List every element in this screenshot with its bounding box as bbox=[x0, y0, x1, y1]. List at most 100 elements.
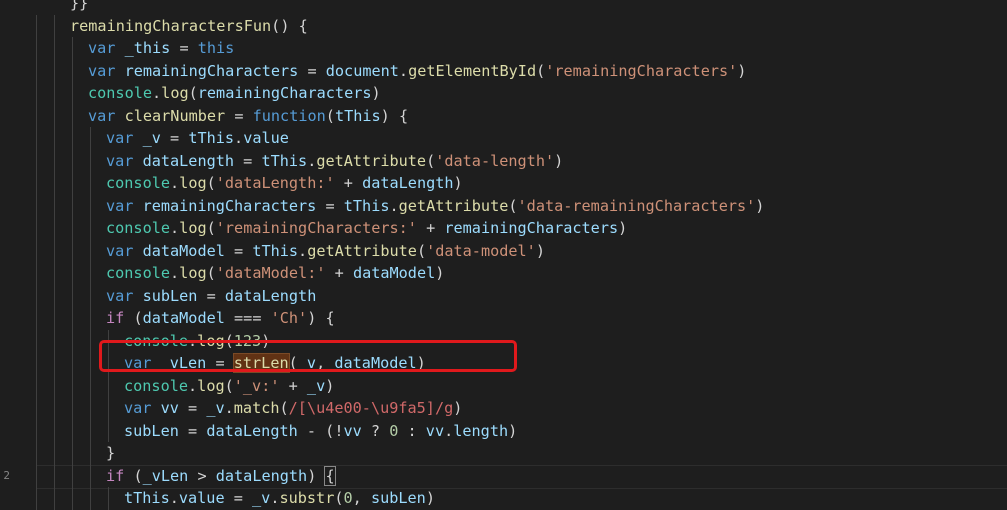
code-token: . bbox=[398, 61, 409, 80]
code-token: ) bbox=[554, 151, 564, 170]
code-token: ) bbox=[535, 241, 545, 260]
line-number bbox=[0, 195, 10, 218]
code-token: ( bbox=[206, 174, 216, 192]
code-line[interactable]: var vv = _v.match(/[\u4e00-\u9fa5]/g) bbox=[124, 397, 462, 420]
code-token: getAttribute bbox=[316, 151, 427, 170]
code-token: _v bbox=[252, 489, 271, 507]
code-token: dataModel bbox=[142, 309, 225, 327]
indent-guide bbox=[72, 194, 73, 217]
code-token: log bbox=[161, 84, 189, 102]
code-token: = bbox=[197, 286, 225, 305]
code-token: log bbox=[179, 174, 207, 192]
code-token: + bbox=[325, 264, 353, 282]
code-line[interactable]: var remainingCharacters = tThis.getAttri… bbox=[106, 195, 764, 218]
code-token: . bbox=[170, 174, 180, 192]
code-token: ) bbox=[371, 84, 381, 102]
code-editor[interactable]: 2 }} remainingCharactersFun() {var _this … bbox=[0, 0, 1007, 510]
indent-guide bbox=[36, 487, 37, 510]
indent-guide bbox=[54, 487, 55, 510]
code-token: . bbox=[307, 151, 317, 170]
code-token: console bbox=[106, 219, 171, 237]
code-token: } bbox=[106, 444, 116, 462]
indent-guide bbox=[54, 172, 55, 195]
code-token: value bbox=[243, 129, 289, 147]
line-number bbox=[0, 0, 10, 15]
code-line[interactable]: if (_vLen > dataLength) { bbox=[106, 465, 336, 488]
code-token: ) bbox=[453, 399, 463, 417]
indent-guide bbox=[72, 397, 73, 420]
code-line[interactable]: var dataLength = tThis.getAttribute('dat… bbox=[106, 150, 563, 173]
indent-guide bbox=[72, 329, 73, 352]
code-token: remainingCharacters bbox=[142, 196, 317, 215]
code-token: = bbox=[170, 39, 198, 57]
code-line[interactable]: console.log(remainingCharacters) bbox=[88, 82, 381, 105]
code-token: if bbox=[106, 309, 125, 327]
code-line[interactable]: console.log('dataLength:' + dataLength) bbox=[106, 172, 463, 195]
code-line[interactable]: console.log('_v:' + _v) bbox=[124, 375, 334, 398]
indent-guide bbox=[54, 419, 55, 442]
code-line[interactable]: tThis.value = _v.substr(0, subLen) bbox=[124, 487, 435, 510]
line-number bbox=[0, 172, 10, 195]
line-number bbox=[0, 15, 10, 38]
code-line[interactable]: console.log('remainingCharacters:' + rem… bbox=[106, 217, 627, 240]
line-number-gutter: 2 bbox=[0, 0, 14, 510]
line-number bbox=[0, 217, 10, 240]
code-token: _v bbox=[206, 399, 225, 417]
code-token: _v bbox=[306, 376, 326, 395]
code-token: vv bbox=[160, 399, 179, 417]
indent-guide bbox=[90, 397, 91, 420]
code-token: dataModel bbox=[142, 241, 225, 260]
indent-guide bbox=[36, 37, 37, 60]
code-token: ? bbox=[361, 421, 390, 440]
code-token: getAttribute bbox=[398, 196, 509, 215]
code-line[interactable]: } bbox=[106, 442, 115, 465]
code-token: var bbox=[88, 106, 116, 125]
code-token: 0 bbox=[389, 421, 399, 440]
code-line[interactable]: if (dataModel === 'Ch') { bbox=[106, 307, 335, 330]
indent-guide bbox=[54, 464, 55, 487]
code-token: ) bbox=[325, 376, 335, 395]
code-token: ) bbox=[453, 174, 463, 192]
code-token: dataLength bbox=[142, 151, 235, 170]
code-line[interactable]: var remainingCharacters = document.getEl… bbox=[88, 60, 746, 83]
line-number bbox=[0, 397, 10, 420]
code-line[interactable]: }} bbox=[70, 0, 88, 15]
indent-guide bbox=[36, 352, 37, 375]
indent-guide bbox=[54, 239, 55, 262]
code-token: > bbox=[188, 466, 216, 485]
code-line[interactable]: var dataModel = tThis.getAttribute('data… bbox=[106, 240, 545, 263]
code-token: + bbox=[416, 219, 445, 237]
code-token: ) bbox=[755, 196, 765, 215]
code-line[interactable]: var _this = this bbox=[88, 37, 234, 60]
code-line[interactable]: remainingCharactersFun() { bbox=[70, 15, 308, 38]
code-token: var bbox=[106, 241, 134, 260]
indent-guide bbox=[72, 307, 73, 330]
code-line[interactable]: var subLen = dataLength bbox=[106, 285, 316, 308]
code-token: ( bbox=[188, 84, 198, 102]
code-token: log bbox=[179, 264, 207, 282]
code-token: . bbox=[170, 219, 180, 237]
line-number bbox=[0, 487, 10, 510]
code-token: . bbox=[188, 376, 198, 395]
code-token: tThis bbox=[334, 106, 381, 125]
code-line[interactable]: var clearNumber = function(tThis) { bbox=[88, 105, 408, 128]
red-highlight-box bbox=[99, 340, 517, 372]
line-number bbox=[0, 330, 10, 353]
line-number bbox=[0, 37, 10, 60]
code-line[interactable]: var _v = tThis.value bbox=[106, 127, 289, 150]
code-token: remainingCharacters bbox=[444, 219, 619, 237]
code-line[interactable]: subLen = dataLength - (!vv ? 0 : vv.leng… bbox=[124, 420, 517, 443]
code-token: ) bbox=[307, 466, 326, 485]
indent-guide bbox=[72, 262, 73, 285]
code-line[interactable]: console.log('dataModel:' + dataModel) bbox=[106, 262, 444, 285]
code-token: var bbox=[106, 196, 134, 215]
code-token: ) bbox=[618, 219, 628, 237]
code-token: dataModel bbox=[352, 264, 436, 282]
indent-guide bbox=[36, 194, 37, 217]
indent-guide bbox=[108, 487, 109, 510]
code-token: ( bbox=[124, 466, 143, 485]
line-number bbox=[0, 82, 10, 105]
